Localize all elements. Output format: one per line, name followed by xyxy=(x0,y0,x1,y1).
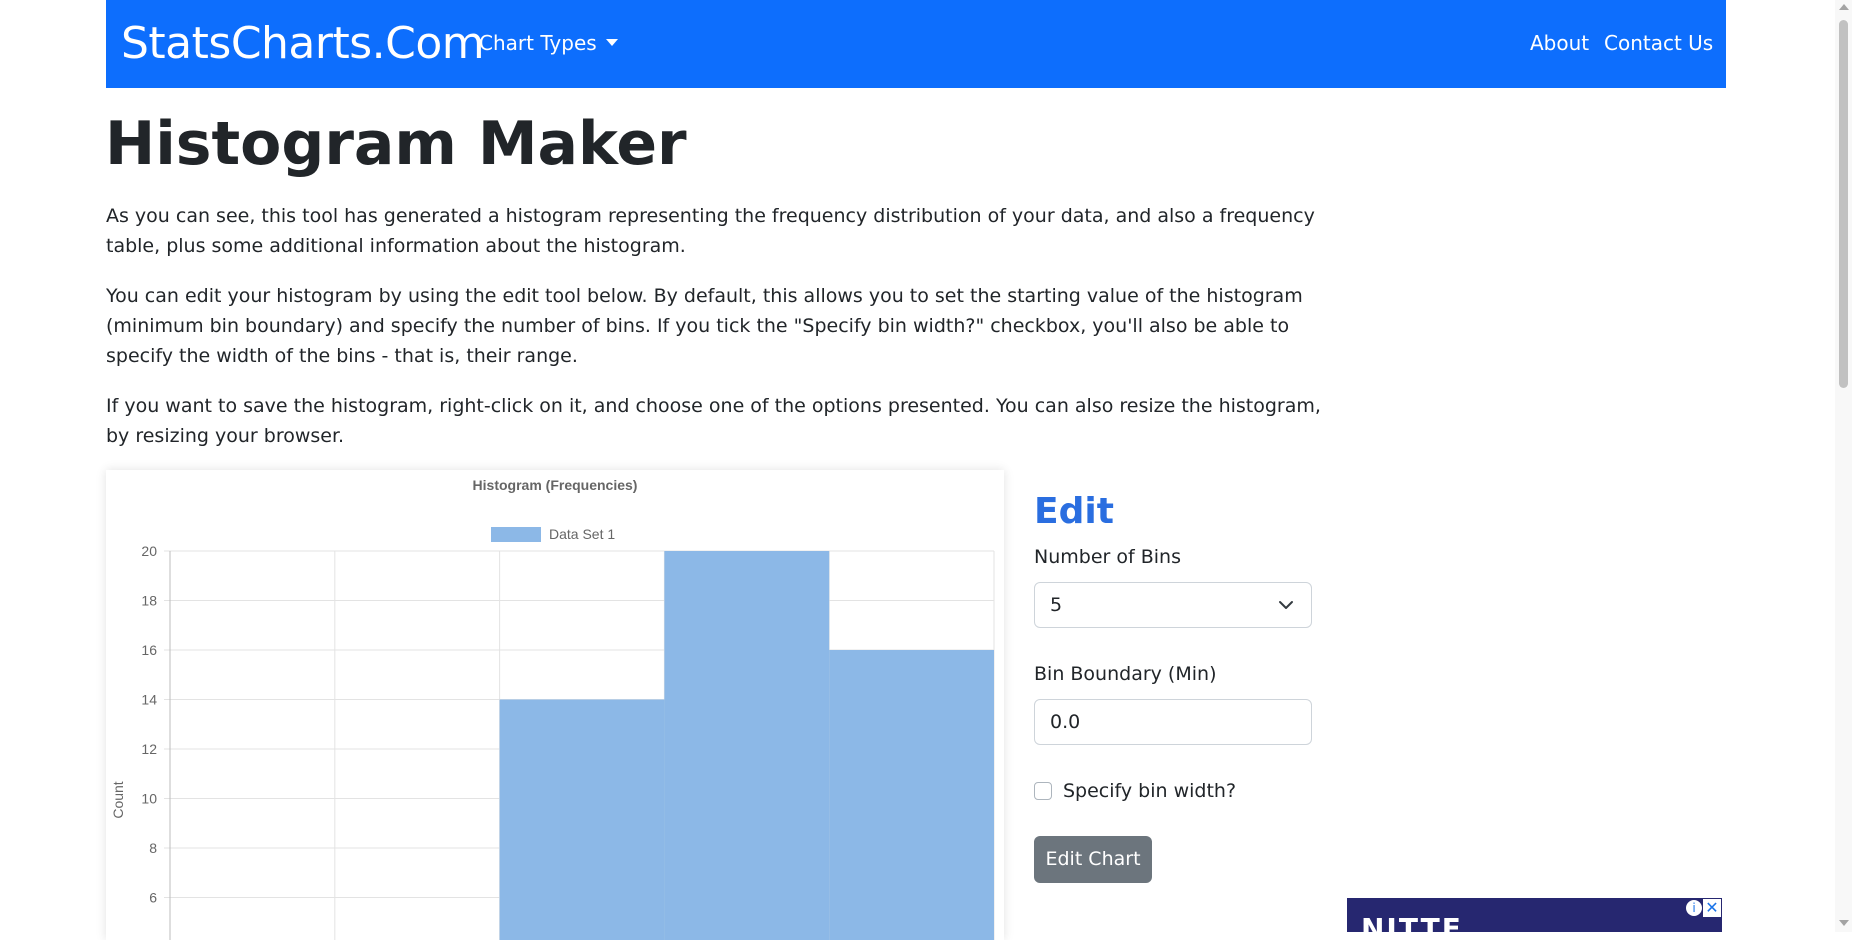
chart-title: Histogram (Frequencies) xyxy=(473,477,638,493)
caret-down-icon xyxy=(606,39,618,46)
chart-types-label: Chart Types xyxy=(479,31,597,55)
y-tick-label: 6 xyxy=(149,890,157,906)
info-icon[interactable]: i xyxy=(1686,900,1702,916)
bin-width-checkbox[interactable] xyxy=(1034,782,1052,800)
scroll-up-arrow-icon[interactable] xyxy=(1839,4,1849,10)
y-tick-label: 8 xyxy=(149,840,157,856)
bin-boundary-input[interactable] xyxy=(1034,699,1312,745)
bins-select[interactable]: 5 xyxy=(1034,582,1312,628)
histogram-chart: Histogram (Frequencies) Data Set 1 Count… xyxy=(106,470,1004,940)
y-tick-label: 20 xyxy=(141,543,157,559)
page-title: Histogram Maker xyxy=(105,108,687,180)
close-icon[interactable]: ✕ xyxy=(1703,899,1721,917)
histogram-bar xyxy=(500,700,665,940)
chart-types-dropdown[interactable]: Chart Types xyxy=(479,31,618,55)
advertisement-banner[interactable]: NITTE i ✕ xyxy=(1347,898,1722,932)
scrollbar-thumb[interactable] xyxy=(1839,20,1848,388)
save-instructions-paragraph: If you want to save the histogram, right… xyxy=(106,391,1336,451)
bins-label: Number of Bins xyxy=(1034,546,1181,568)
y-axis-label: Count xyxy=(110,781,126,818)
nav-link-about[interactable]: About xyxy=(1530,31,1589,55)
y-tick-label: 18 xyxy=(141,593,157,609)
ad-text: NITTE xyxy=(1361,912,1463,932)
page-scrollbar[interactable] xyxy=(1835,0,1852,932)
y-tick-label: 16 xyxy=(141,642,157,658)
histogram-bar xyxy=(829,650,994,940)
y-tick-label: 12 xyxy=(141,741,157,757)
nav-link-contact[interactable]: Contact Us xyxy=(1604,31,1713,55)
brand-logo-link[interactable]: StatsCharts.Com xyxy=(121,18,484,70)
intro-paragraph: As you can see, this tool has generated … xyxy=(106,201,1336,261)
bins-selected-value: 5 xyxy=(1050,594,1062,616)
histogram-chart-card: Histogram (Frequencies) Data Set 1 Count… xyxy=(106,470,1004,940)
y-tick-label: 10 xyxy=(141,791,157,807)
chevron-down-icon xyxy=(1278,597,1294,613)
edit-heading: Edit xyxy=(1034,492,1114,532)
legend-swatch xyxy=(491,527,541,542)
boundary-label: Bin Boundary (Min) xyxy=(1034,663,1216,685)
top-navbar: StatsCharts.Com Chart Types About Contac… xyxy=(106,0,1726,88)
edit-instructions-paragraph: You can edit your histogram by using the… xyxy=(106,281,1336,371)
bin-width-checkbox-label[interactable]: Specify bin width? xyxy=(1063,780,1236,802)
histogram-bar xyxy=(664,551,829,940)
scroll-down-arrow-icon[interactable] xyxy=(1839,920,1849,926)
edit-chart-button[interactable]: Edit Chart xyxy=(1034,836,1152,883)
legend-label: Data Set 1 xyxy=(549,526,615,542)
y-tick-label: 14 xyxy=(141,692,157,708)
